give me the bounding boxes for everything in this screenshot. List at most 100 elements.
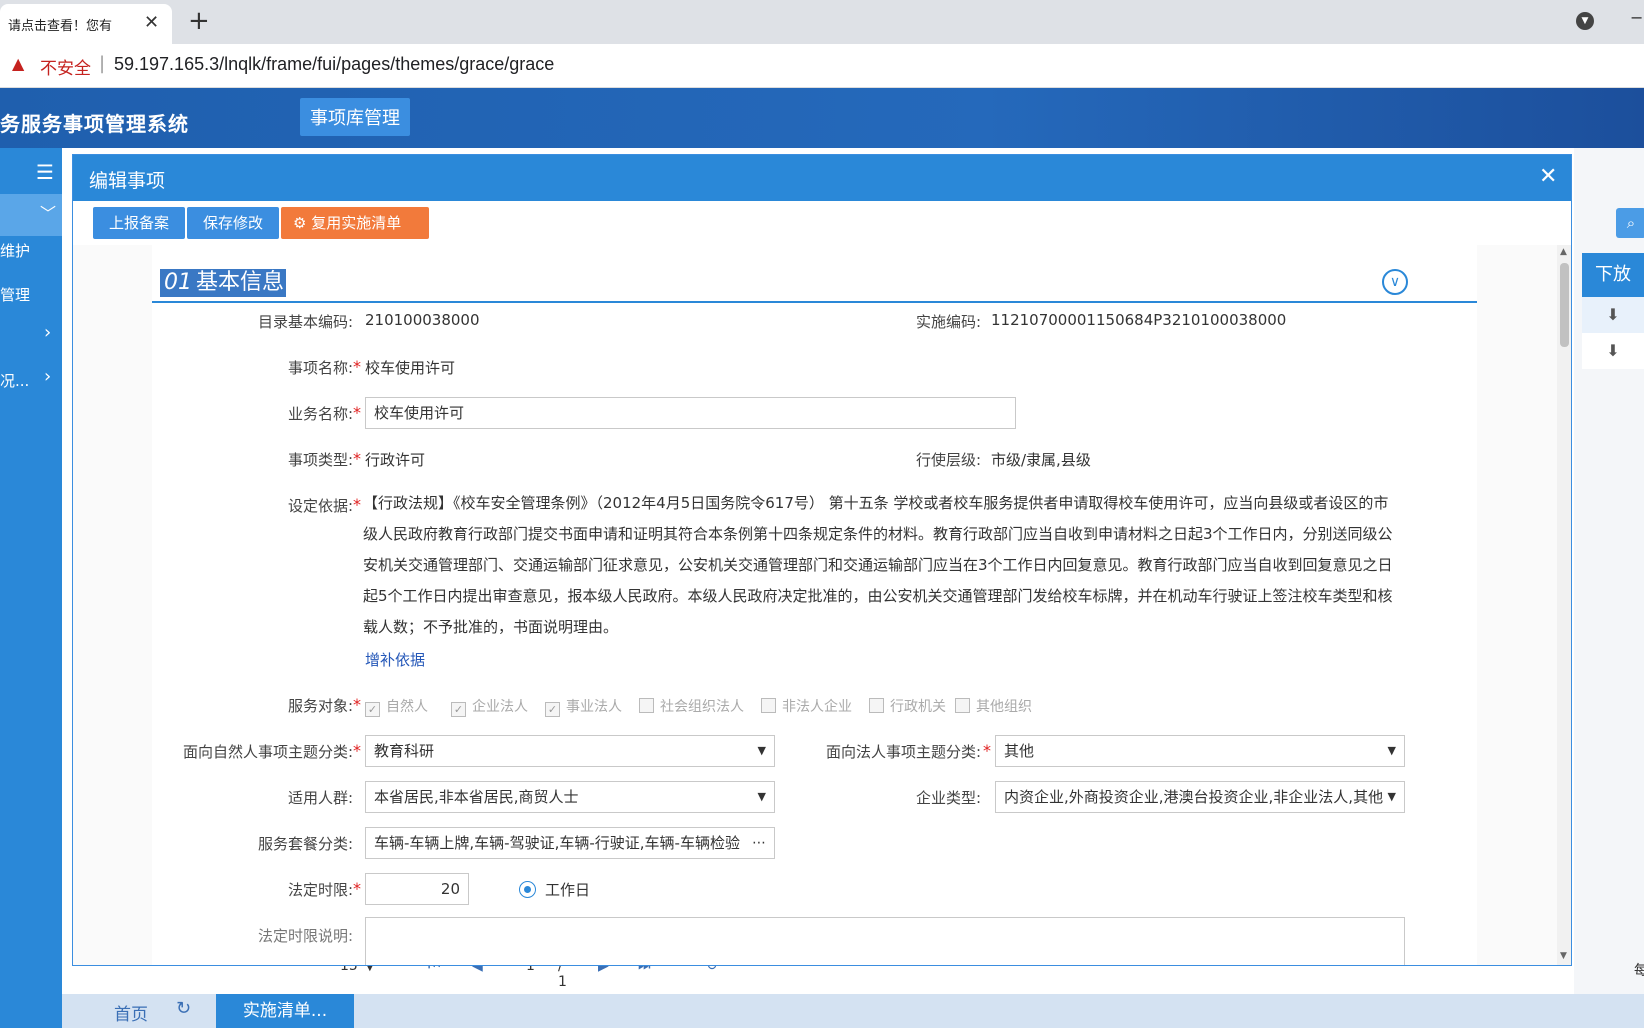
sidebar-item-manage[interactable]: 管理 xyxy=(0,284,30,305)
scroll-up-icon[interactable]: ▲ xyxy=(1560,247,1567,257)
level-label: 行使层级: xyxy=(915,451,981,469)
checkbox-social-org[interactable]: 社会组织法人 xyxy=(639,696,744,716)
legal-limit-label: 法定时限: xyxy=(287,881,353,899)
package-label: 服务套餐分类: xyxy=(257,835,353,853)
checkbox-other-org[interactable]: 其他组织 xyxy=(955,696,1032,716)
dialog-toolbar: 上报备案 保存修改 ⚙ 复用实施清单 xyxy=(73,201,1571,245)
radio-selected-dot xyxy=(524,886,531,893)
checkbox-natural-person[interactable]: ✓ 自然人 xyxy=(365,696,428,717)
biz-name-input[interactable]: 校车使用许可 xyxy=(365,397,1016,429)
per-page-label: 每 xyxy=(1634,963,1644,979)
download-icon[interactable]: ⬇ xyxy=(1582,333,1644,369)
impl-code-value: 11210700001150684P3210100038000 xyxy=(991,311,1287,329)
warning-icon[interactable]: ▲ xyxy=(12,54,24,73)
crowd-select[interactable]: 本省居民,非本省居民,商贸人士 ▼ xyxy=(365,781,775,813)
dialog-header: 编辑事项 ✕ xyxy=(73,155,1571,201)
home-tab[interactable]: 首页 xyxy=(114,1000,148,1025)
crowd-label: 适用人群: xyxy=(287,789,353,807)
limit-desc-label: 法定时限说明: xyxy=(257,927,353,945)
required-mark: * xyxy=(353,695,361,714)
new-tab-button[interactable]: + xyxy=(188,6,210,36)
required-mark: * xyxy=(353,495,361,514)
required-mark: * xyxy=(983,741,991,760)
basis-text: 【行政法规】《校车安全管理条例》（2012年4月5日国务院令617号） 第十五条… xyxy=(363,494,1393,636)
required-mark: * xyxy=(353,449,361,468)
required-mark: * xyxy=(353,403,361,422)
scroll-thumb[interactable] xyxy=(1560,263,1569,347)
report-filing-button[interactable]: 上报备案 xyxy=(93,207,185,239)
legal-theme-value: 其他 xyxy=(1004,742,1035,760)
scroll-down-icon[interactable]: ▼ xyxy=(1560,951,1567,961)
refresh-icon[interactable]: ↻ xyxy=(176,998,191,1019)
caret-down-icon: ▼ xyxy=(757,744,766,757)
reuse-list-label: 复用实施清单 xyxy=(311,214,402,232)
item-name-label: 事项名称: xyxy=(287,359,353,377)
reuse-list-button[interactable]: ⚙ 复用实施清单 xyxy=(281,207,429,239)
close-icon[interactable]: ✕ xyxy=(1539,164,1557,189)
basis-label: 设定依据: xyxy=(287,497,353,515)
url-text[interactable]: 59.197.165.3/lnqlk/frame/fui/pages/theme… xyxy=(114,54,554,75)
add-basis-link[interactable]: 增补依据 xyxy=(365,649,425,670)
required-mark: * xyxy=(353,741,361,760)
dialog-content: 01 基本信息 ∨ 目录基本编码: 210100038000 实施编码: 112… xyxy=(73,245,1557,965)
service-target-label: 服务对象: xyxy=(287,697,353,715)
legal-limit-input[interactable]: 20 xyxy=(365,873,469,905)
legal-theme-select[interactable]: 其他 ▼ xyxy=(995,735,1405,767)
item-name-value: 校车使用许可 xyxy=(365,359,456,377)
ent-type-select[interactable]: 内资企业,外商投资企业,港澳台投资企业,非企业法人,其他 ▼ xyxy=(995,781,1405,813)
download-icon[interactable]: ⬇ xyxy=(1582,297,1644,333)
package-value: 车辆-车辆上牌,车辆-驾驶证,车辆-行驶证,车辆-车辆检验 xyxy=(374,834,740,852)
ent-type-label: 企业类型: xyxy=(915,789,981,807)
required-mark: * xyxy=(353,879,361,898)
tab-implementation-list[interactable]: 实施清单... xyxy=(216,994,354,1028)
tab-search-icon[interactable]: ▼ xyxy=(1576,12,1594,30)
package-select[interactable]: 车辆-车辆上牌,车辆-驾驶证,车辆-行驶证,车辆-车辆检验 ⋯ xyxy=(365,827,775,859)
collapse-toggle-icon[interactable]: ∨ xyxy=(1382,269,1408,295)
bottom-tabbar: 首页 ↻ 实施清单... xyxy=(62,994,1644,1028)
chevron-right-icon[interactable]: › xyxy=(44,366,51,387)
address-separator: | xyxy=(99,53,106,74)
search-icon[interactable]: ⌕ xyxy=(1616,208,1644,238)
gear-icon: ⚙ xyxy=(293,214,307,232)
more-icon: ⋯ xyxy=(748,828,766,858)
checkbox-admin-org[interactable]: 行政机关 xyxy=(869,696,946,716)
natural-theme-select[interactable]: 教育科研 ▼ xyxy=(365,735,775,767)
natural-theme-value: 教育科研 xyxy=(374,742,435,760)
edit-item-dialog: 编辑事项 ✕ 上报备案 保存修改 ⚙ 复用实施清单 01 基本信息 ∨ 目录基本… xyxy=(72,154,1572,966)
checkbox-enterprise-legal[interactable]: ✓ 企业法人 xyxy=(451,696,528,717)
caret-down-icon: ▼ xyxy=(757,790,766,803)
impl-code-label: 实施编码: xyxy=(915,313,981,331)
crowd-value: 本省居民,非本省居民,商贸人士 xyxy=(374,788,579,806)
natural-theme-label: 面向自然人事项主题分类: xyxy=(182,743,353,761)
section-title: 基本信息 xyxy=(194,269,287,297)
required-mark: * xyxy=(353,357,361,376)
dialog-scrollbar[interactable]: ▲ ▼ xyxy=(1557,245,1571,965)
catalog-code-label: 目录基本编码: xyxy=(257,313,353,331)
section-header: 01 基本信息 ∨ xyxy=(152,267,1477,303)
chevron-right-icon[interactable]: › xyxy=(44,322,51,343)
catalog-code-value: 210100038000 xyxy=(365,311,480,329)
ent-type-value: 内资企业,外商投资企业,港澳台投资企业,非企业法人,其他 xyxy=(1004,788,1384,806)
security-label[interactable]: 不安全 xyxy=(40,54,91,79)
browser-tabstrip: 请点击查看！您有 ✕ + ▼ − xyxy=(0,0,1644,44)
legal-theme-label: 面向法人事项主题分类: xyxy=(825,743,981,761)
sidebar-item-maintain[interactable]: 维护 xyxy=(0,240,30,261)
close-tab-icon[interactable]: ✕ xyxy=(144,12,159,33)
menu-toggle-icon[interactable]: ☰ xyxy=(36,160,54,184)
system-title: 务服务事项管理系统 xyxy=(0,112,189,136)
checkbox-non-legal-enterprise[interactable]: 非法人企业 xyxy=(761,696,852,716)
browser-tab[interactable]: 请点击查看！您有 ✕ xyxy=(0,4,172,44)
workday-radio[interactable] xyxy=(519,881,536,898)
service-target-checkboxes: ✓ 自然人 ✓ 企业法人 ✓ 事业法人 社会组织法人 非法人企业 行政机关 其他组织 xyxy=(365,696,1165,717)
nav-item-library[interactable]: 事项库管理 xyxy=(300,98,410,136)
checkbox-institution-legal[interactable]: ✓ 事业法人 xyxy=(545,696,622,717)
level-value: 市级/隶属,县级 xyxy=(991,451,1091,469)
dialog-title: 编辑事项 xyxy=(89,170,166,192)
save-changes-button[interactable]: 保存修改 xyxy=(187,207,279,239)
biz-name-label: 业务名称: xyxy=(287,405,353,423)
address-bar[interactable]: ▲ 不安全 | 59.197.165.3/lnqlk/frame/fui/pag… xyxy=(0,44,1644,88)
chevron-down-icon[interactable]: ﹀ xyxy=(40,200,56,224)
limit-desc-textarea[interactable] xyxy=(365,917,1405,965)
sidebar-item-status[interactable]: 况... xyxy=(0,370,29,391)
minimize-icon[interactable]: − xyxy=(1630,8,1643,27)
